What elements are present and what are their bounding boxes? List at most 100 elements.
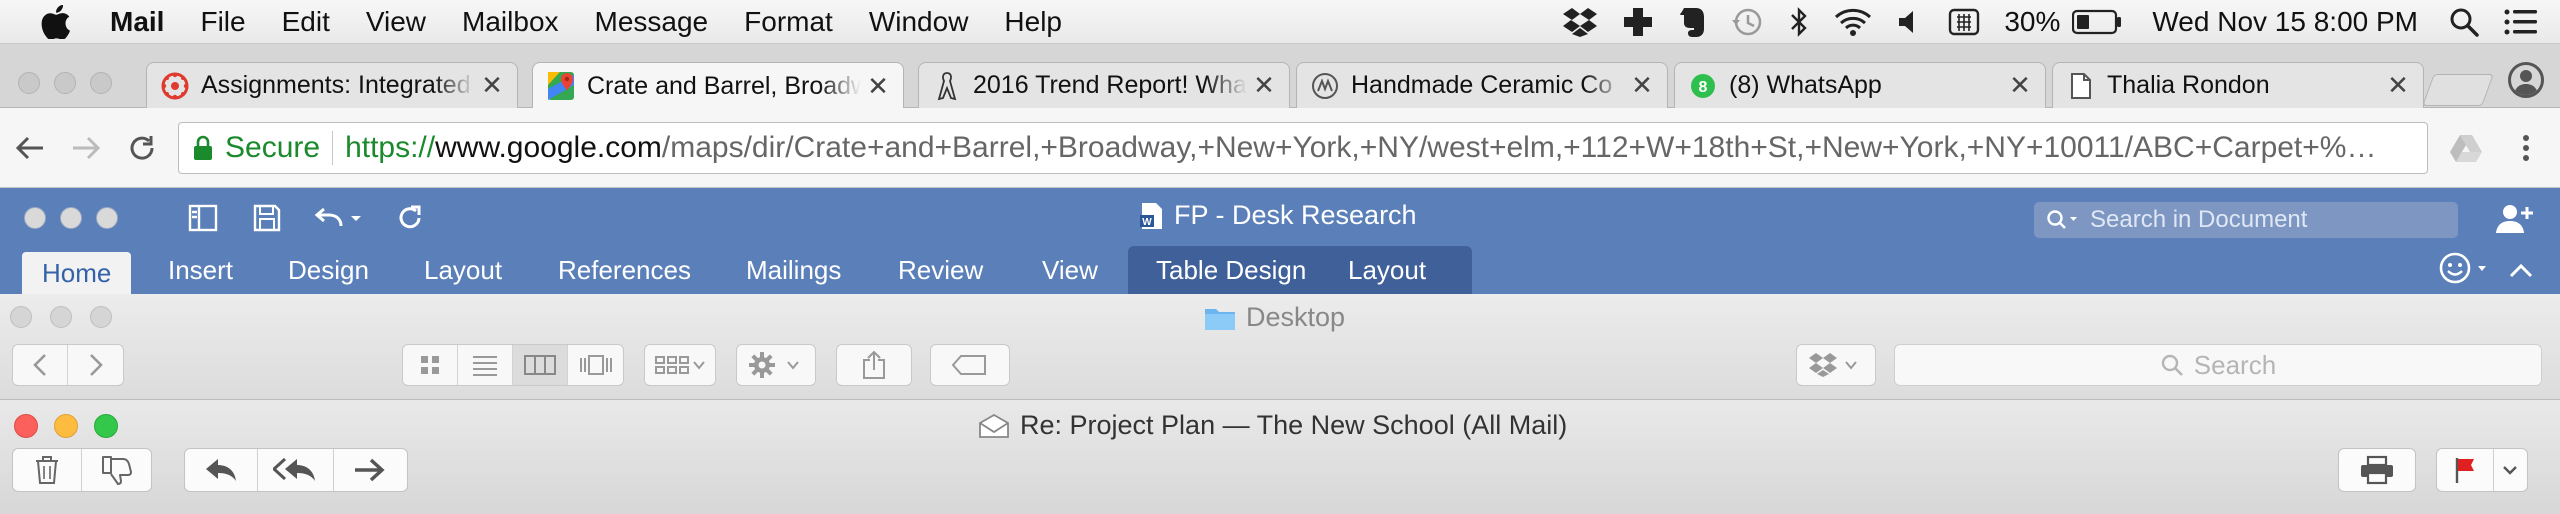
browser-close-button[interactable] [18,72,40,94]
column-view-icon[interactable] [513,345,568,385]
finder-share-button[interactable] [836,344,912,386]
finder-dropbox-button[interactable] [1796,344,1876,386]
tab-title: Thalia Rondon [2107,71,2270,99]
browser-menu-icon[interactable] [2506,128,2546,168]
finder-search-input[interactable]: Search [1894,344,2542,386]
menu-message[interactable]: Message [577,6,727,38]
mail-close-button[interactable] [14,414,38,438]
word-close-button[interactable] [24,207,46,229]
tab-close-icon[interactable]: ✕ [2387,70,2409,101]
battery-percent[interactable]: 30% [1992,0,2072,44]
volume-icon[interactable] [1884,0,1936,44]
tab-close-icon[interactable]: ✕ [867,71,889,102]
word-search-input[interactable]: Search in Document [2034,202,2458,238]
finder-back-icon[interactable] [13,345,69,385]
mail-minimize-button[interactable] [54,414,78,438]
tab-close-icon[interactable]: ✕ [2009,70,2031,101]
menu-file[interactable]: File [182,6,263,38]
notification-center-icon[interactable] [2492,0,2550,44]
finder-minimize-button[interactable] [50,306,72,328]
ribbon-tab-layout[interactable]: Layout [398,246,528,294]
mail-zoom-button[interactable] [94,414,118,438]
reply-icon[interactable] [185,449,259,491]
evernote-icon[interactable] [1666,0,1718,44]
flag-dropdown-chevron-icon[interactable] [2494,449,2527,491]
menu-mailbox[interactable]: Mailbox [444,6,576,38]
ribbon-tab-insert[interactable]: Insert [142,246,259,294]
browser-minimize-button[interactable] [54,72,76,94]
address-bar[interactable]: Secure https://www.google.com/maps/dir/C… [178,122,2428,174]
finder-tags-button[interactable] [930,344,1010,386]
time-machine-icon[interactable] [1718,0,1776,44]
reload-icon[interactable] [122,128,162,168]
collapse-ribbon-icon[interactable] [2504,254,2538,286]
trash-icon[interactable] [13,449,82,491]
word-zoom-button[interactable] [96,207,118,229]
word-minimize-button[interactable] [60,207,82,229]
tab-close-icon[interactable]: ✕ [1253,70,1275,101]
svg-text:W: W [1142,217,1152,228]
print-button[interactable] [2338,448,2416,492]
menubar-clock[interactable]: Wed Nov 15 8:00 PM [2134,0,2436,44]
profile-avatar-icon[interactable] [2508,62,2544,98]
junk-thumbs-down-icon[interactable] [82,449,151,491]
browser-zoom-button[interactable] [90,72,112,94]
browser-tab-handmade-ceramic[interactable]: Handmade Ceramic Co ✕ [1296,62,1668,108]
browser-window-controls [18,72,112,94]
menu-window[interactable]: Window [851,6,987,38]
finder-forward-icon[interactable] [68,345,123,385]
smiley-feedback-icon[interactable] [2436,252,2492,284]
icon-view-icon[interactable] [403,345,458,385]
save-icon[interactable] [250,202,284,234]
finder-zoom-button[interactable] [90,306,112,328]
spotlight-icon[interactable] [2436,0,2492,44]
redo-icon[interactable] [394,202,428,234]
forward-arrow-icon[interactable] [66,128,106,168]
ribbon-tab-table-design[interactable]: Table Design [1130,246,1332,294]
ribbon-tab-references[interactable]: References [532,246,717,294]
browser-tab-trend-report[interactable]: 2016 Trend Report! What ✕ [918,62,1290,108]
word-document-title: W FP - Desk Research [1140,200,1417,231]
browser-tab-assignments[interactable]: Assignments: Integrated ✕ [146,62,518,108]
flag-icon[interactable] [2437,449,2494,491]
status-menus: 30% Wed Nov 15 8:00 PM [1550,0,2550,44]
browser-tab-thalia-rondon[interactable]: Thalia Rondon ✕ [2052,62,2424,108]
ribbon-tab-view[interactable]: View [1016,246,1124,294]
cover-flow-view-icon[interactable] [568,345,623,385]
wifi-icon[interactable] [1822,0,1884,44]
new-tab-button[interactable] [2422,74,2494,106]
browser-tab-whatsapp[interactable]: 8 (8) WhatsApp ✕ [1674,62,2046,108]
battery-icon[interactable] [2072,0,2134,44]
ribbon-tab-home[interactable]: Home [22,252,132,294]
dropbox-icon[interactable] [1550,0,1610,44]
apple-menu-icon[interactable] [28,0,84,44]
menu-format[interactable]: Format [726,6,851,38]
menu-help[interactable]: Help [986,6,1080,38]
ribbon-tab-table-layout[interactable]: Layout [1322,246,1452,294]
tab-close-icon[interactable]: ✕ [481,70,503,101]
list-view-icon[interactable] [458,345,513,385]
google-drive-extension-icon[interactable] [2446,128,2486,168]
finder-close-button[interactable] [10,306,32,328]
ribbon-tab-design[interactable]: Design [262,246,395,294]
tab-close-icon[interactable]: ✕ [1631,70,1653,101]
bluetooth-icon[interactable] [1776,0,1822,44]
share-add-person-icon[interactable] [2492,202,2536,234]
arrange-button[interactable] [644,344,716,386]
browser-tab-crate-and-barrel[interactable]: Crate and Barrel, Broadway ✕ [532,62,904,109]
ribbon-tab-review[interactable]: Review [872,246,1009,294]
reply-all-icon[interactable] [258,449,334,491]
search-icon [2160,353,2184,377]
action-button[interactable] [736,344,816,386]
plus-cross-icon[interactable] [1610,0,1666,44]
sidebar-toggle-icon[interactable] [186,202,220,234]
menu-edit[interactable]: Edit [264,6,348,38]
menu-view[interactable]: View [348,6,444,38]
menu-mail[interactable]: Mail [84,6,182,38]
back-arrow-icon[interactable] [10,128,50,168]
word-document-icon: W [1140,201,1164,231]
undo-icon[interactable] [312,202,362,234]
ribbon-tab-mailings[interactable]: Mailings [720,246,867,294]
keyboard-icon[interactable] [1936,0,1992,44]
forward-icon[interactable] [334,449,407,491]
